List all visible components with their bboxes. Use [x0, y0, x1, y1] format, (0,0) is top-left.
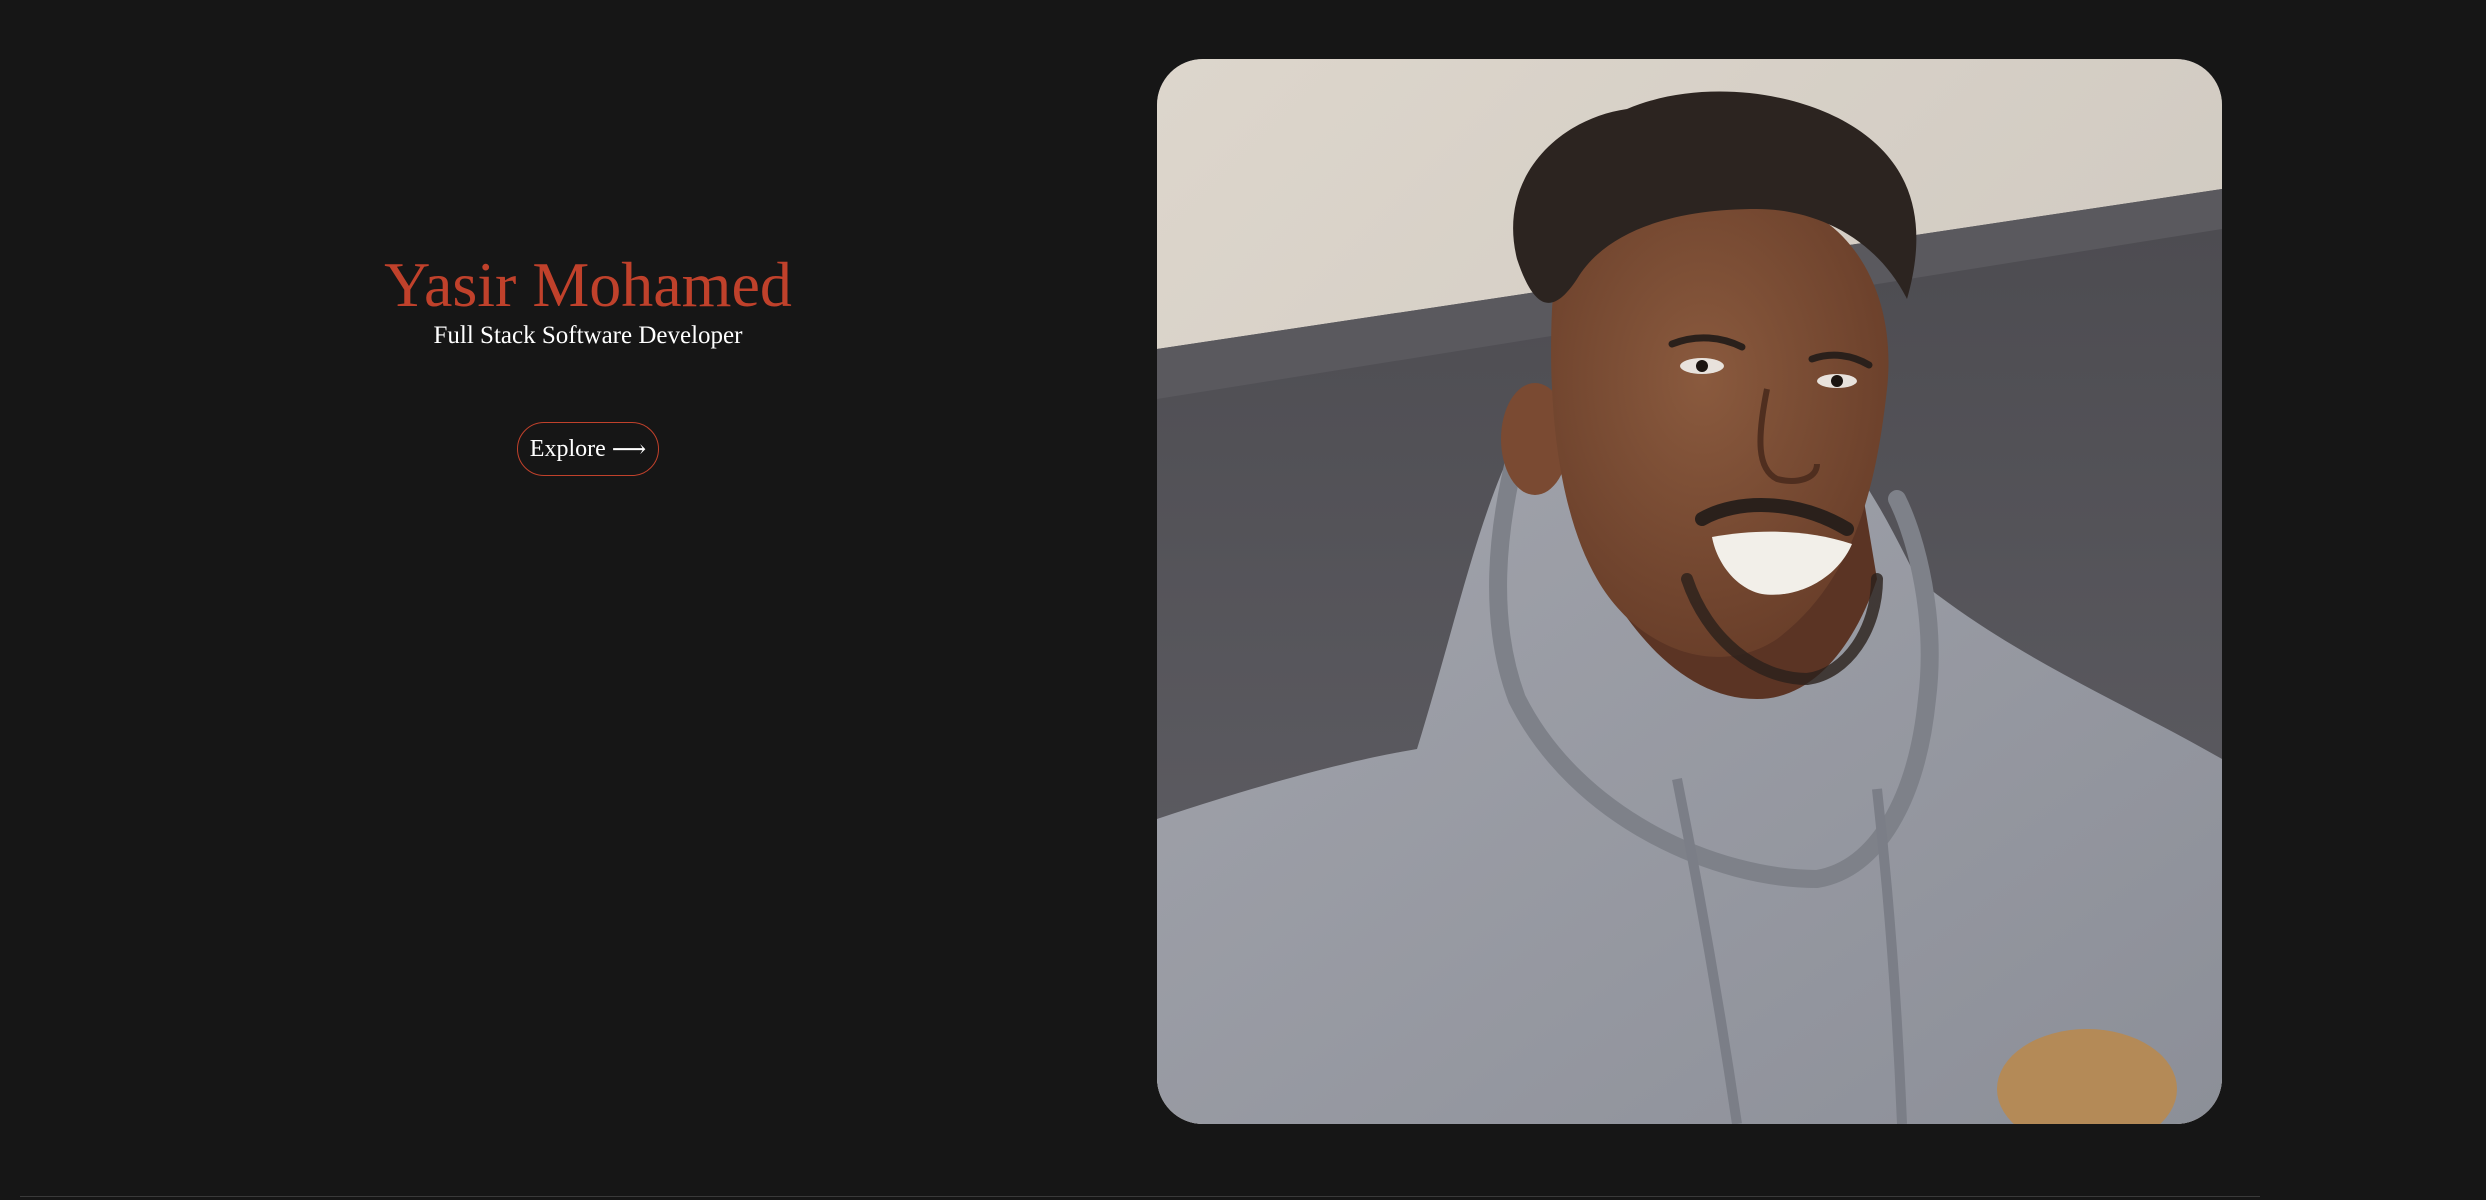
explore-label: Explore [529, 435, 606, 462]
profile-photo [1157, 59, 2222, 1124]
profile-photo-icon [1157, 59, 2222, 1124]
explore-button[interactable]: Explore ⟶ [517, 422, 659, 476]
hero-role: Full Stack Software Developer [433, 322, 743, 349]
arrow-right-icon: ⟶ [611, 436, 647, 463]
hero-section: Yasir Mohamed Full Stack Software Develo… [0, 250, 1176, 352]
hero-name: Yasir Mohamed [384, 249, 792, 320]
bottom-divider [20, 1196, 2260, 1197]
